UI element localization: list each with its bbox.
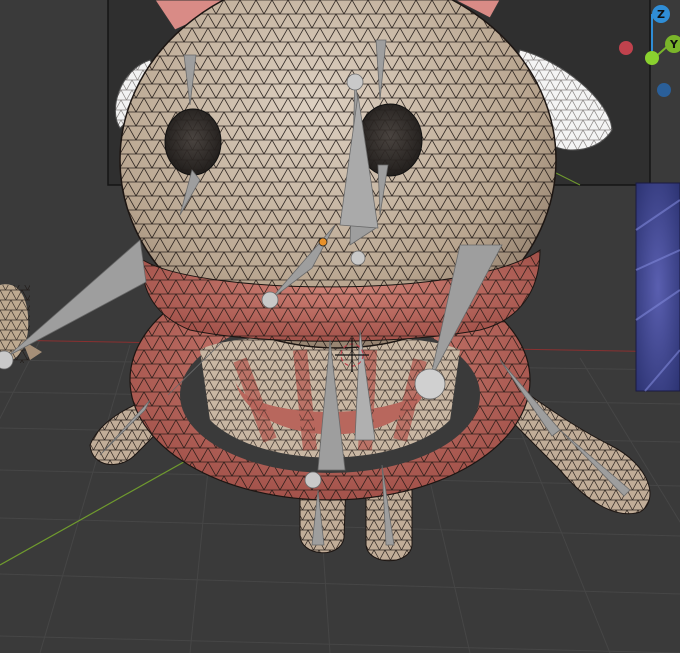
- bone-joint: [346, 73, 364, 91]
- object-origin-dot: [318, 237, 328, 247]
- bone-joint: [304, 471, 322, 489]
- gizmo-y-label: Y: [669, 38, 679, 51]
- gizmo-neg-z-handle[interactable]: [657, 83, 671, 97]
- bone-joint: [350, 250, 366, 266]
- gizmo-z-label: Z: [657, 8, 665, 21]
- 3d-viewport[interactable]: Z Y: [0, 0, 680, 653]
- gizmo-center-handle[interactable]: [645, 51, 659, 65]
- gizmo-x-handle[interactable]: [619, 41, 633, 55]
- bone-joint: [261, 291, 279, 309]
- eye-left[interactable]: [164, 108, 222, 176]
- bone-joint: [414, 368, 446, 400]
- blue-object[interactable]: [635, 182, 680, 392]
- navigation-gizmo[interactable]: Z Y: [608, 0, 680, 110]
